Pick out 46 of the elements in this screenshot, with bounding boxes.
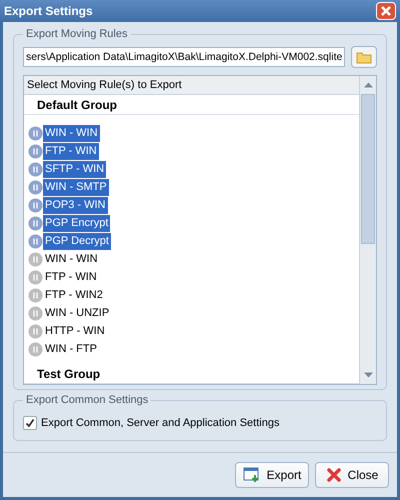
pause-icon bbox=[28, 198, 43, 212]
window-download-icon bbox=[242, 467, 261, 483]
close-icon bbox=[326, 467, 342, 483]
pause-icon bbox=[28, 162, 43, 176]
group-heading[interactable]: Test Group bbox=[24, 364, 359, 384]
export-button[interactable]: Export bbox=[235, 462, 309, 488]
rule-item[interactable]: FTP - WIN2 bbox=[43, 286, 105, 304]
pause-icon bbox=[28, 234, 43, 248]
up-arrow-icon bbox=[364, 82, 372, 88]
rule-item[interactable]: WIN - WIN bbox=[43, 250, 100, 268]
window-title: Export Settings bbox=[4, 4, 93, 18]
checkbox-label[interactable]: Export Common, Server and Application Settings bbox=[41, 417, 280, 429]
rule-item[interactable]: WIN - SMTP bbox=[43, 178, 109, 196]
rule-item[interactable]: WIN - UNZIP bbox=[43, 304, 112, 322]
checkbox[interactable] bbox=[23, 416, 37, 430]
browse-button[interactable] bbox=[351, 46, 377, 68]
rule-item[interactable]: FTP - WIN bbox=[43, 142, 99, 160]
folder-icon bbox=[356, 50, 372, 64]
group-heading[interactable]: Default Group bbox=[24, 95, 359, 115]
pause-icon bbox=[28, 288, 43, 302]
pause-icon bbox=[28, 324, 43, 338]
pause-icon bbox=[28, 216, 43, 230]
pause-icon bbox=[28, 126, 43, 140]
scrollbar[interactable] bbox=[359, 76, 376, 384]
rule-item[interactable]: WIN - FTP bbox=[43, 340, 99, 358]
rule-item[interactable]: WIN - WIN bbox=[43, 124, 100, 142]
pause-icon bbox=[28, 252, 43, 266]
group-legend: Export Moving Rules bbox=[23, 28, 130, 40]
pause-icon bbox=[28, 270, 43, 284]
rule-item[interactable]: SFTP - WIN bbox=[43, 160, 106, 178]
close-button[interactable]: Close bbox=[315, 462, 389, 488]
rule-item[interactable]: FTP - WIN bbox=[43, 268, 99, 286]
rule-item[interactable]: HTTP - WIN bbox=[43, 322, 107, 340]
list-header: Select Moving Rule(s) to Export bbox=[24, 76, 359, 95]
path-field[interactable]: sers\Application Data\LimagitoX\Bak\LimagitoX.Delphi-VM002.sqlite bbox=[23, 47, 345, 67]
down-arrow-icon bbox=[364, 372, 372, 378]
pause-icon bbox=[28, 342, 43, 356]
pause-icon bbox=[28, 306, 43, 320]
close-icon bbox=[380, 5, 392, 17]
rule-item[interactable]: PGP Encrypt bbox=[43, 214, 110, 232]
pause-icon bbox=[28, 144, 43, 158]
pause-icon bbox=[28, 180, 43, 194]
group-legend: Export Common Settings bbox=[23, 394, 152, 406]
close-button[interactable] bbox=[376, 2, 396, 20]
rule-item[interactable]: PGP Decrypt bbox=[43, 232, 111, 250]
rule-item[interactable]: POP3 - WIN bbox=[43, 196, 108, 214]
